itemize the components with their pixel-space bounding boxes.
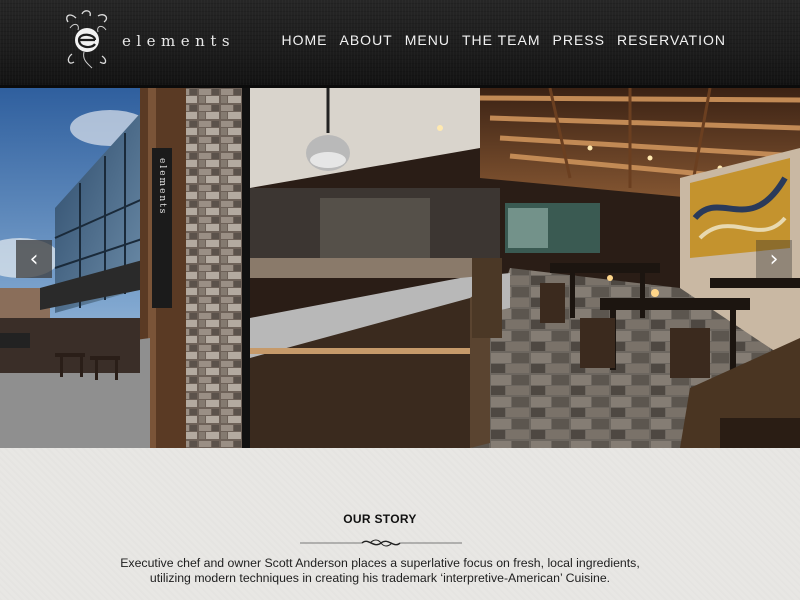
story-paragraph: Executive chef and owner Scott Anderson … [120, 556, 640, 585]
story-title: OUR STORY [343, 512, 417, 526]
restaurant-interior-photo [250, 88, 800, 448]
slide-divider [242, 88, 250, 448]
slider-next-button[interactable]: › [756, 240, 792, 278]
ornamental-divider-icon [300, 539, 462, 547]
site-header: elements HOME ABOUT MENU THE TEAM PRESS … [0, 0, 800, 88]
nav-item-press[interactable]: PRESS [547, 32, 611, 54]
nav-item-home[interactable]: HOME [276, 32, 334, 54]
slider-prev-button[interactable]: ‹ [16, 240, 52, 278]
nav-item-reservation[interactable]: RESERVATION [611, 32, 732, 54]
our-story-section: OUR STORY Executive chef and owner Scott… [0, 448, 800, 600]
nav-item-the-team[interactable]: THE TEAM [456, 32, 547, 54]
nav-item-menu[interactable]: MENU [399, 32, 456, 54]
nav-item-about[interactable]: ABOUT [334, 32, 399, 54]
building-sign-text: elements [157, 158, 167, 215]
site-logo[interactable]: elements [62, 8, 272, 70]
stylized-e-logo-icon [66, 10, 108, 69]
chevron-left-icon: ‹ [29, 246, 39, 272]
hero-slider: elements ‹ › [0, 88, 800, 448]
chevron-right-icon: › [769, 246, 779, 272]
logo-wordmark: elements [122, 32, 236, 50]
main-nav: HOME ABOUT MENU THE TEAM PRESS RESERVATI… [276, 32, 733, 54]
